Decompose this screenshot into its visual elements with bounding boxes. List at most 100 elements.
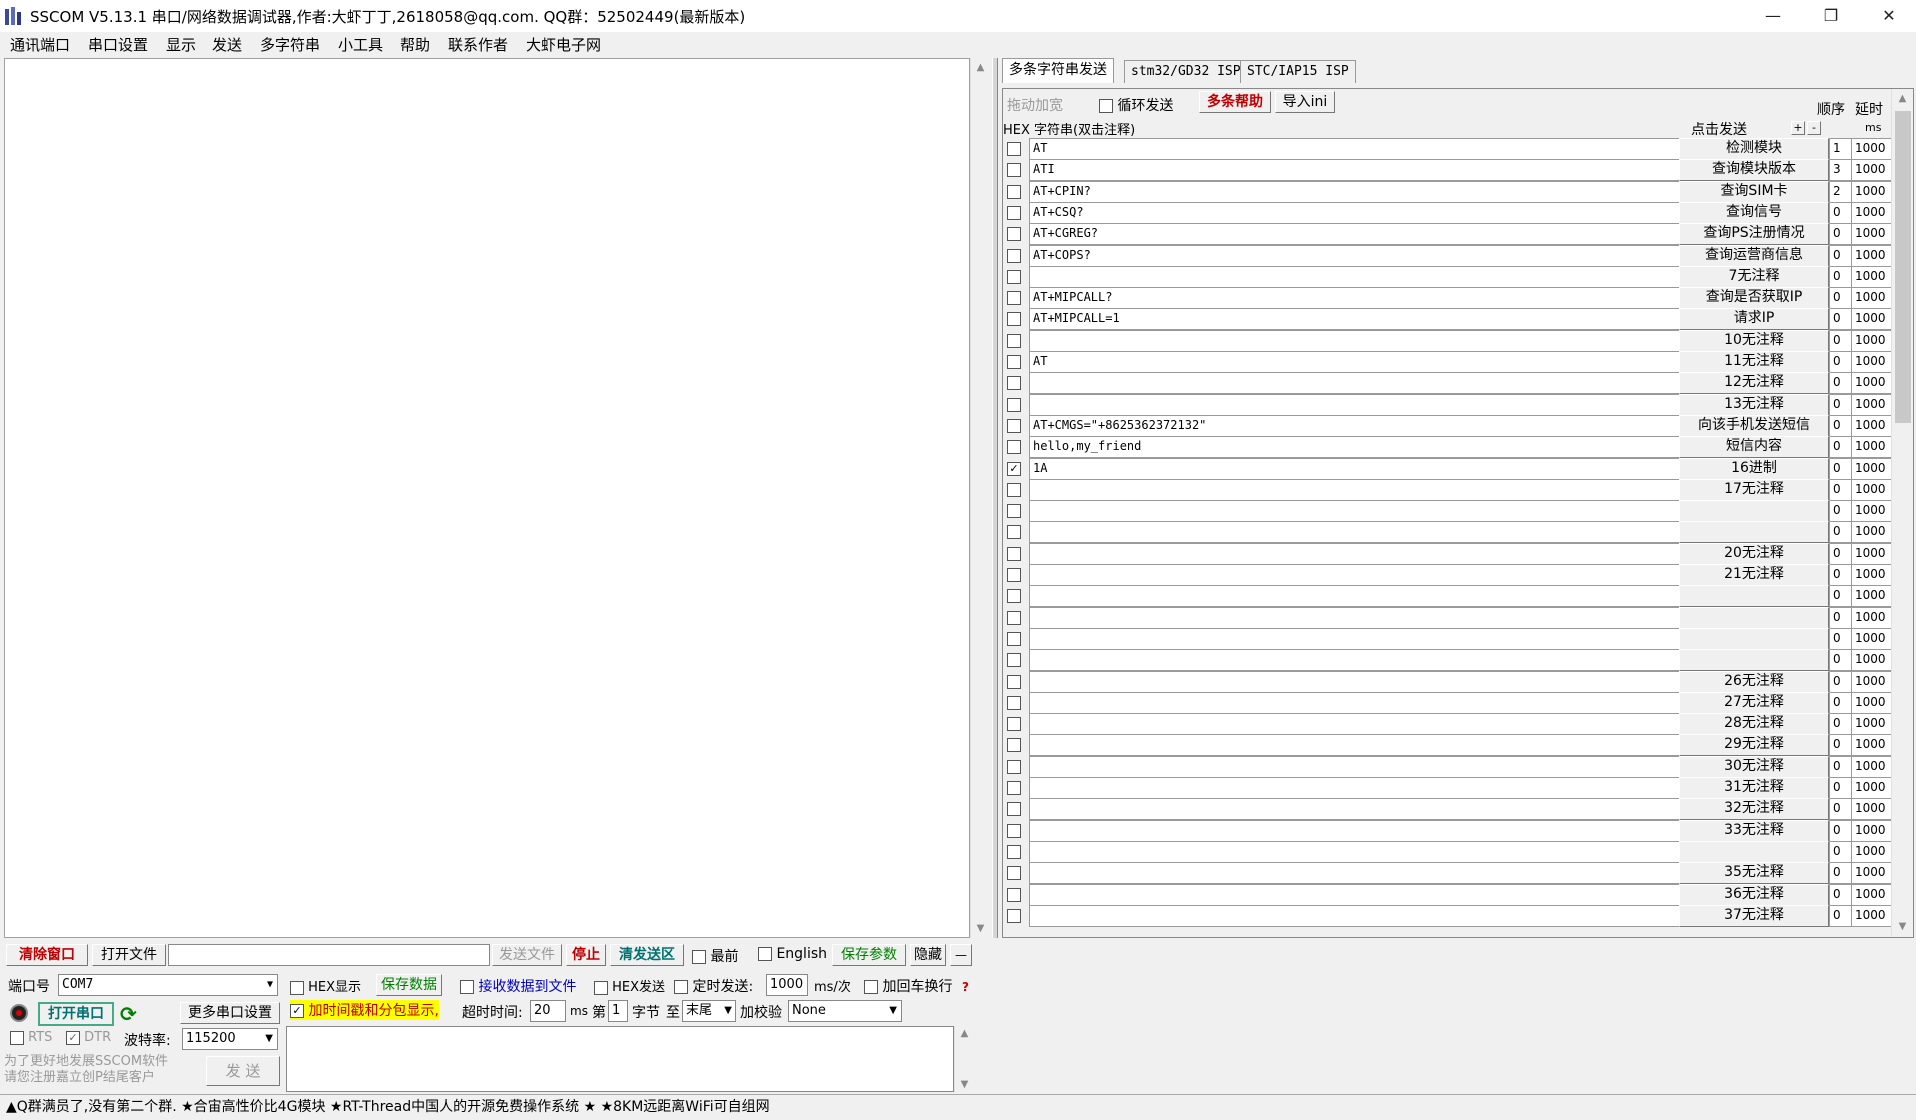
row-string-input[interactable] (1029, 585, 1684, 608)
row-hex-checkbox[interactable] (1007, 504, 1021, 519)
row-delay-input[interactable]: 1000 (1851, 414, 1896, 437)
row-delay-input[interactable]: 1000 (1851, 457, 1896, 480)
import-ini-button[interactable]: 导入ini (1275, 91, 1335, 113)
menu-serial-settings[interactable]: 串口设置 (88, 34, 148, 55)
row-delay-input[interactable]: 1000 (1851, 627, 1896, 650)
row-hex-checkbox[interactable] (1007, 866, 1021, 881)
row-string-input[interactable] (1029, 840, 1684, 863)
row-delay-input[interactable]: 1000 (1851, 521, 1896, 544)
clear-send-area-button[interactable]: 清发送区 (610, 944, 684, 966)
row-delay-input[interactable]: 1000 (1851, 201, 1896, 224)
row-hex-checkbox[interactable] (1007, 227, 1021, 242)
more-settings-button[interactable]: 更多串口设置 (180, 1002, 280, 1024)
menu-tools[interactable]: 小工具 (338, 34, 383, 55)
row-delay-input[interactable]: 1000 (1851, 904, 1896, 927)
clear-window-button[interactable]: 清除窗口 (6, 944, 88, 966)
menu-multi-string[interactable]: 多字符串 (260, 34, 320, 55)
row-send-button[interactable] (1679, 606, 1829, 629)
row-delay-input[interactable]: 1000 (1851, 287, 1896, 310)
checksum-select[interactable]: None ▼ (788, 1000, 902, 1022)
row-delay-input[interactable]: 1000 (1851, 372, 1896, 395)
collapse-button[interactable]: — (950, 944, 972, 966)
row-send-button[interactable]: 请求IP (1679, 308, 1829, 331)
open-file-button[interactable]: 打开文件 (92, 944, 166, 966)
row-send-button[interactable] (1679, 521, 1829, 544)
row-send-button[interactable]: 13无注释 (1679, 393, 1829, 416)
add-crlf-checkbox[interactable] (864, 980, 878, 994)
row-delay-input[interactable]: 1000 (1851, 159, 1896, 182)
row-string-input[interactable] (1029, 393, 1684, 416)
row-string-input[interactable] (1029, 734, 1684, 757)
row-hex-checkbox[interactable] (1007, 908, 1021, 923)
scroll-up-icon[interactable]: ▲ (971, 62, 990, 73)
row-delay-input[interactable]: 1000 (1851, 840, 1896, 863)
row-string-input[interactable] (1029, 606, 1684, 629)
row-send-button[interactable] (1679, 585, 1829, 608)
english-checkbox[interactable] (758, 947, 772, 961)
row-send-button[interactable]: 20无注释 (1679, 542, 1829, 565)
row-string-input[interactable] (1029, 478, 1684, 501)
row-send-button[interactable]: 7无注释 (1679, 265, 1829, 288)
row-send-button[interactable] (1679, 840, 1829, 863)
menu-display[interactable]: 显示 (166, 34, 196, 55)
row-hex-checkbox[interactable] (1007, 482, 1021, 497)
recv-to-file-checkbox[interactable] (460, 980, 474, 994)
scroll-down-icon[interactable]: ▼ (955, 1079, 974, 1090)
promo-text[interactable]: 为了更好地发展SSCOM软件 请您注册嘉立创P结尾客户 (4, 1054, 184, 1088)
row-send-button[interactable]: 11无注释 (1679, 351, 1829, 373)
row-send-button[interactable]: 查询SIM卡 (1679, 180, 1829, 203)
timestamp-option[interactable]: ✓ 加时间戳和分包显示, (290, 1000, 439, 1020)
row-string-input[interactable] (1029, 564, 1684, 586)
row-string-input[interactable] (1029, 883, 1684, 906)
row-string-input[interactable] (1029, 521, 1684, 544)
row-string-input[interactable] (1029, 904, 1684, 927)
row-hex-checkbox[interactable] (1007, 440, 1021, 455)
row-string-input[interactable] (1029, 265, 1684, 288)
row-send-button[interactable]: 33无注释 (1679, 819, 1829, 842)
baud-select[interactable]: 115200 ▼ (182, 1028, 278, 1050)
row-string-input[interactable]: AT+CMGS="+8625362372132" (1029, 414, 1684, 437)
row-delay-input[interactable]: 1000 (1851, 862, 1896, 885)
drag-widen-label[interactable]: 拖动加宽 (1007, 95, 1063, 115)
row-send-button[interactable]: 查询模块版本 (1679, 159, 1829, 182)
row-send-button[interactable]: 短信内容 (1679, 436, 1829, 459)
timestamp-checkbox[interactable]: ✓ (290, 1004, 304, 1018)
multi-scrollbar[interactable]: ▲ ▼ (1891, 89, 1913, 936)
row-string-input[interactable] (1029, 798, 1684, 821)
row-send-button[interactable]: 12无注释 (1679, 372, 1829, 395)
scroll-up-icon[interactable]: ▲ (955, 1028, 974, 1039)
row-string-input[interactable] (1029, 777, 1684, 799)
row-hex-checkbox[interactable] (1007, 589, 1021, 604)
row-hex-checkbox[interactable] (1007, 695, 1021, 710)
row-delay-input[interactable]: 1000 (1851, 138, 1896, 160)
row-delay-input[interactable]: 1000 (1851, 500, 1896, 523)
row-string-input[interactable] (1029, 649, 1684, 672)
send-text-area[interactable] (286, 1026, 954, 1092)
row-delay-input[interactable]: 1000 (1851, 542, 1896, 565)
row-string-input[interactable]: AT+CSQ? (1029, 201, 1684, 224)
loop-send-option[interactable]: 循环发送 (1099, 95, 1173, 115)
row-hex-checkbox[interactable] (1007, 184, 1021, 199)
row-delay-input[interactable]: 1000 (1851, 436, 1896, 459)
row-hex-checkbox[interactable] (1007, 525, 1021, 540)
row-string-input[interactable]: hello,my_friend (1029, 436, 1684, 459)
add-crlf-option[interactable]: 加回车换行 (864, 976, 952, 996)
row-string-input[interactable]: AT+CPIN? (1029, 180, 1684, 203)
end-select[interactable]: 末尾 ▼ (682, 1000, 736, 1022)
row-send-button[interactable]: 37无注释 (1679, 904, 1829, 927)
row-delay-input[interactable]: 1000 (1851, 606, 1896, 629)
row-delay-input[interactable]: 1000 (1851, 244, 1896, 267)
hex-display-option[interactable]: HEX显示 (290, 976, 361, 995)
timed-send-option[interactable]: 定时发送: (674, 976, 753, 996)
row-string-input[interactable]: ATI (1029, 159, 1684, 182)
row-send-button[interactable] (1679, 627, 1829, 650)
row-send-button[interactable] (1679, 500, 1829, 523)
row-send-button[interactable]: 查询信号 (1679, 201, 1829, 224)
hex-send-checkbox[interactable] (594, 980, 608, 995)
nth-byte-input[interactable]: 1 (608, 1000, 628, 1022)
row-delay-input[interactable]: 1000 (1851, 585, 1896, 608)
row-send-button[interactable]: 查询是否获取IP (1679, 287, 1829, 310)
row-delay-input[interactable]: 1000 (1851, 883, 1896, 906)
row-string-input[interactable]: AT+COPS? (1029, 244, 1684, 267)
row-delay-input[interactable]: 1000 (1851, 393, 1896, 416)
